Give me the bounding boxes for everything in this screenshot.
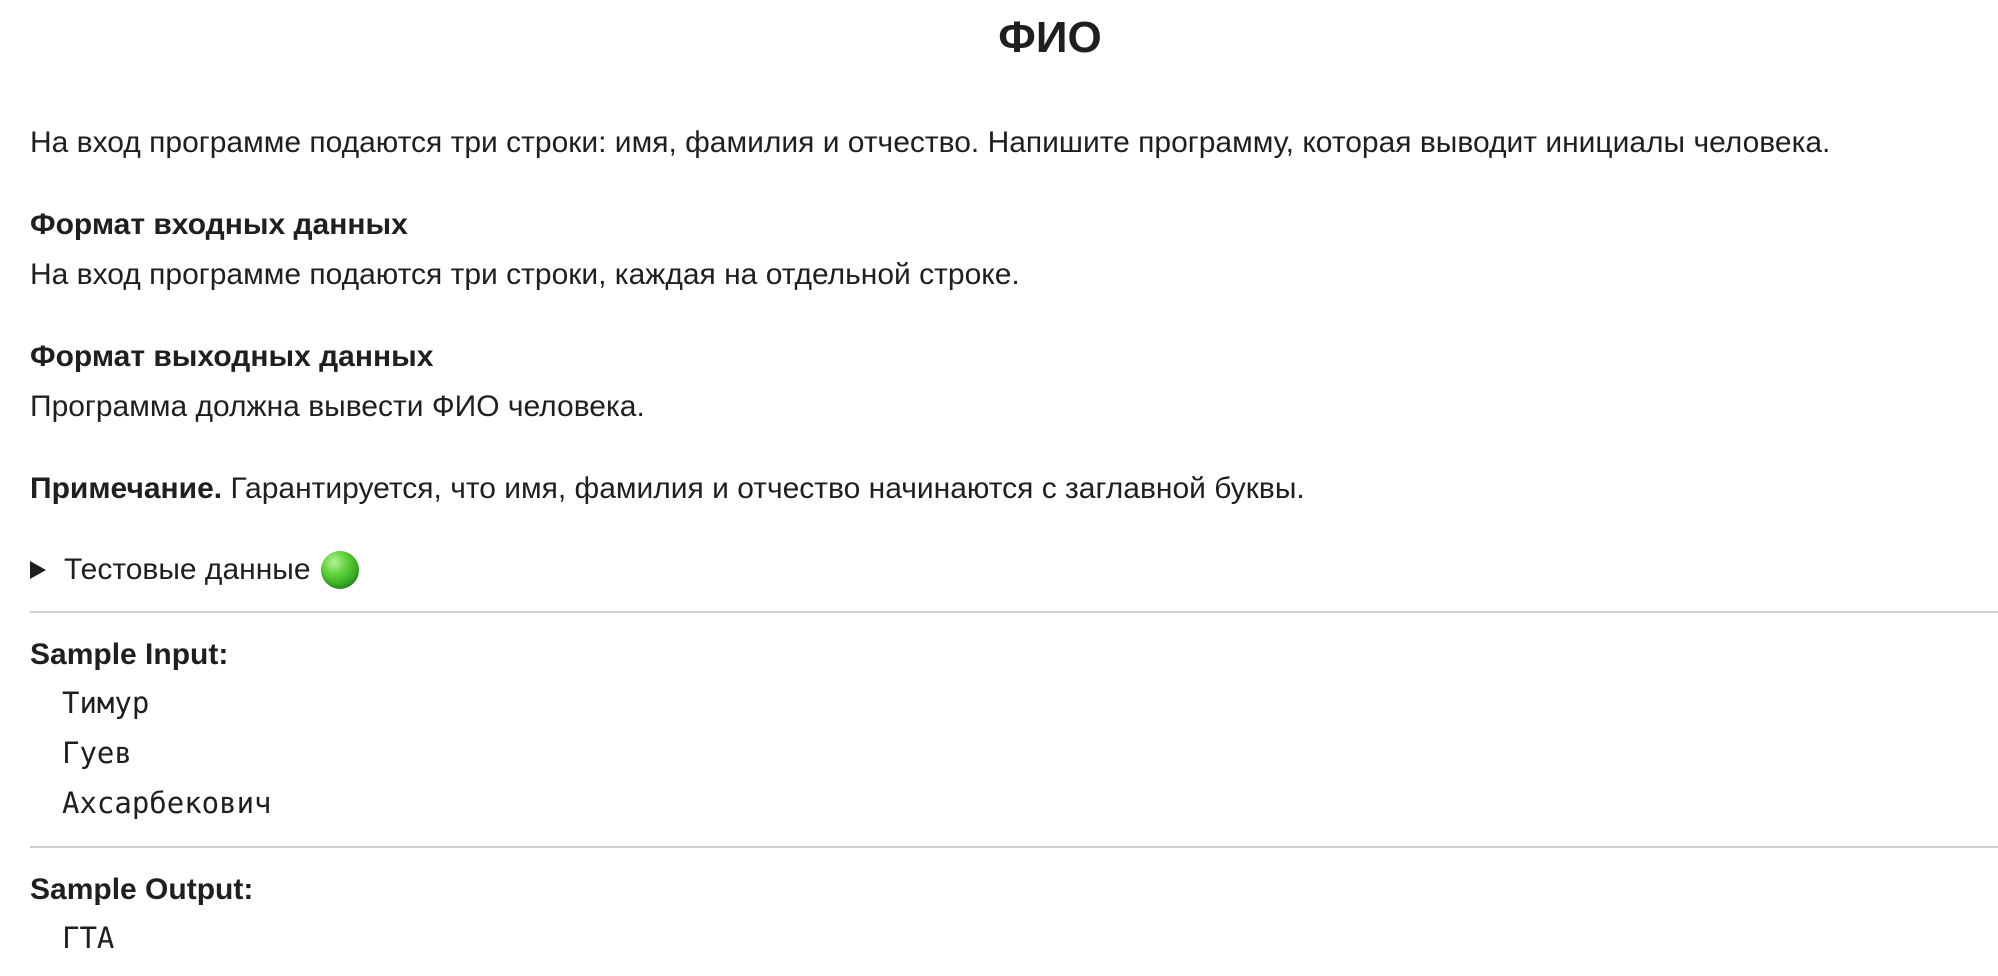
problem-page: ФИО На вход программе подаются три строк… [0, 0, 1998, 976]
test-data-label[interactable]: Тестовые данные [64, 553, 311, 587]
output-format-heading: Формат выходных данных [30, 340, 434, 373]
sample-input-line: Гуев [62, 736, 132, 770]
sample-input-line: Ахсарбекович [62, 786, 272, 820]
sample-input-line: Тимур [62, 686, 150, 720]
output-format-text: Программа должна вывести ФИО человека. [30, 390, 645, 423]
disclosure-triangle-icon[interactable] [30, 561, 46, 579]
note-text: Гарантируется, что имя, фамилия и отчест… [222, 472, 1305, 505]
problem-statement: На вход программе подаются три строки: и… [30, 126, 1831, 159]
green-circle-icon [320, 551, 359, 589]
input-format-heading: Формат входных данных [30, 208, 408, 241]
page-title: ФИО [998, 13, 1102, 62]
note-paragraph: Примечание. Гарантируется, что имя, фами… [30, 469, 1305, 509]
note-label: Примечание. [30, 472, 223, 505]
input-format-text: На вход программе подаются три строки, к… [30, 258, 1020, 291]
sample-output-line: ГТА [62, 921, 115, 955]
sample-input-label: Sample Input: [30, 638, 229, 671]
test-data-toggle[interactable]: Тестовые данные [30, 550, 359, 590]
sample-output-label: Sample Output: [30, 873, 254, 906]
divider [30, 611, 1998, 613]
divider [30, 846, 1998, 848]
